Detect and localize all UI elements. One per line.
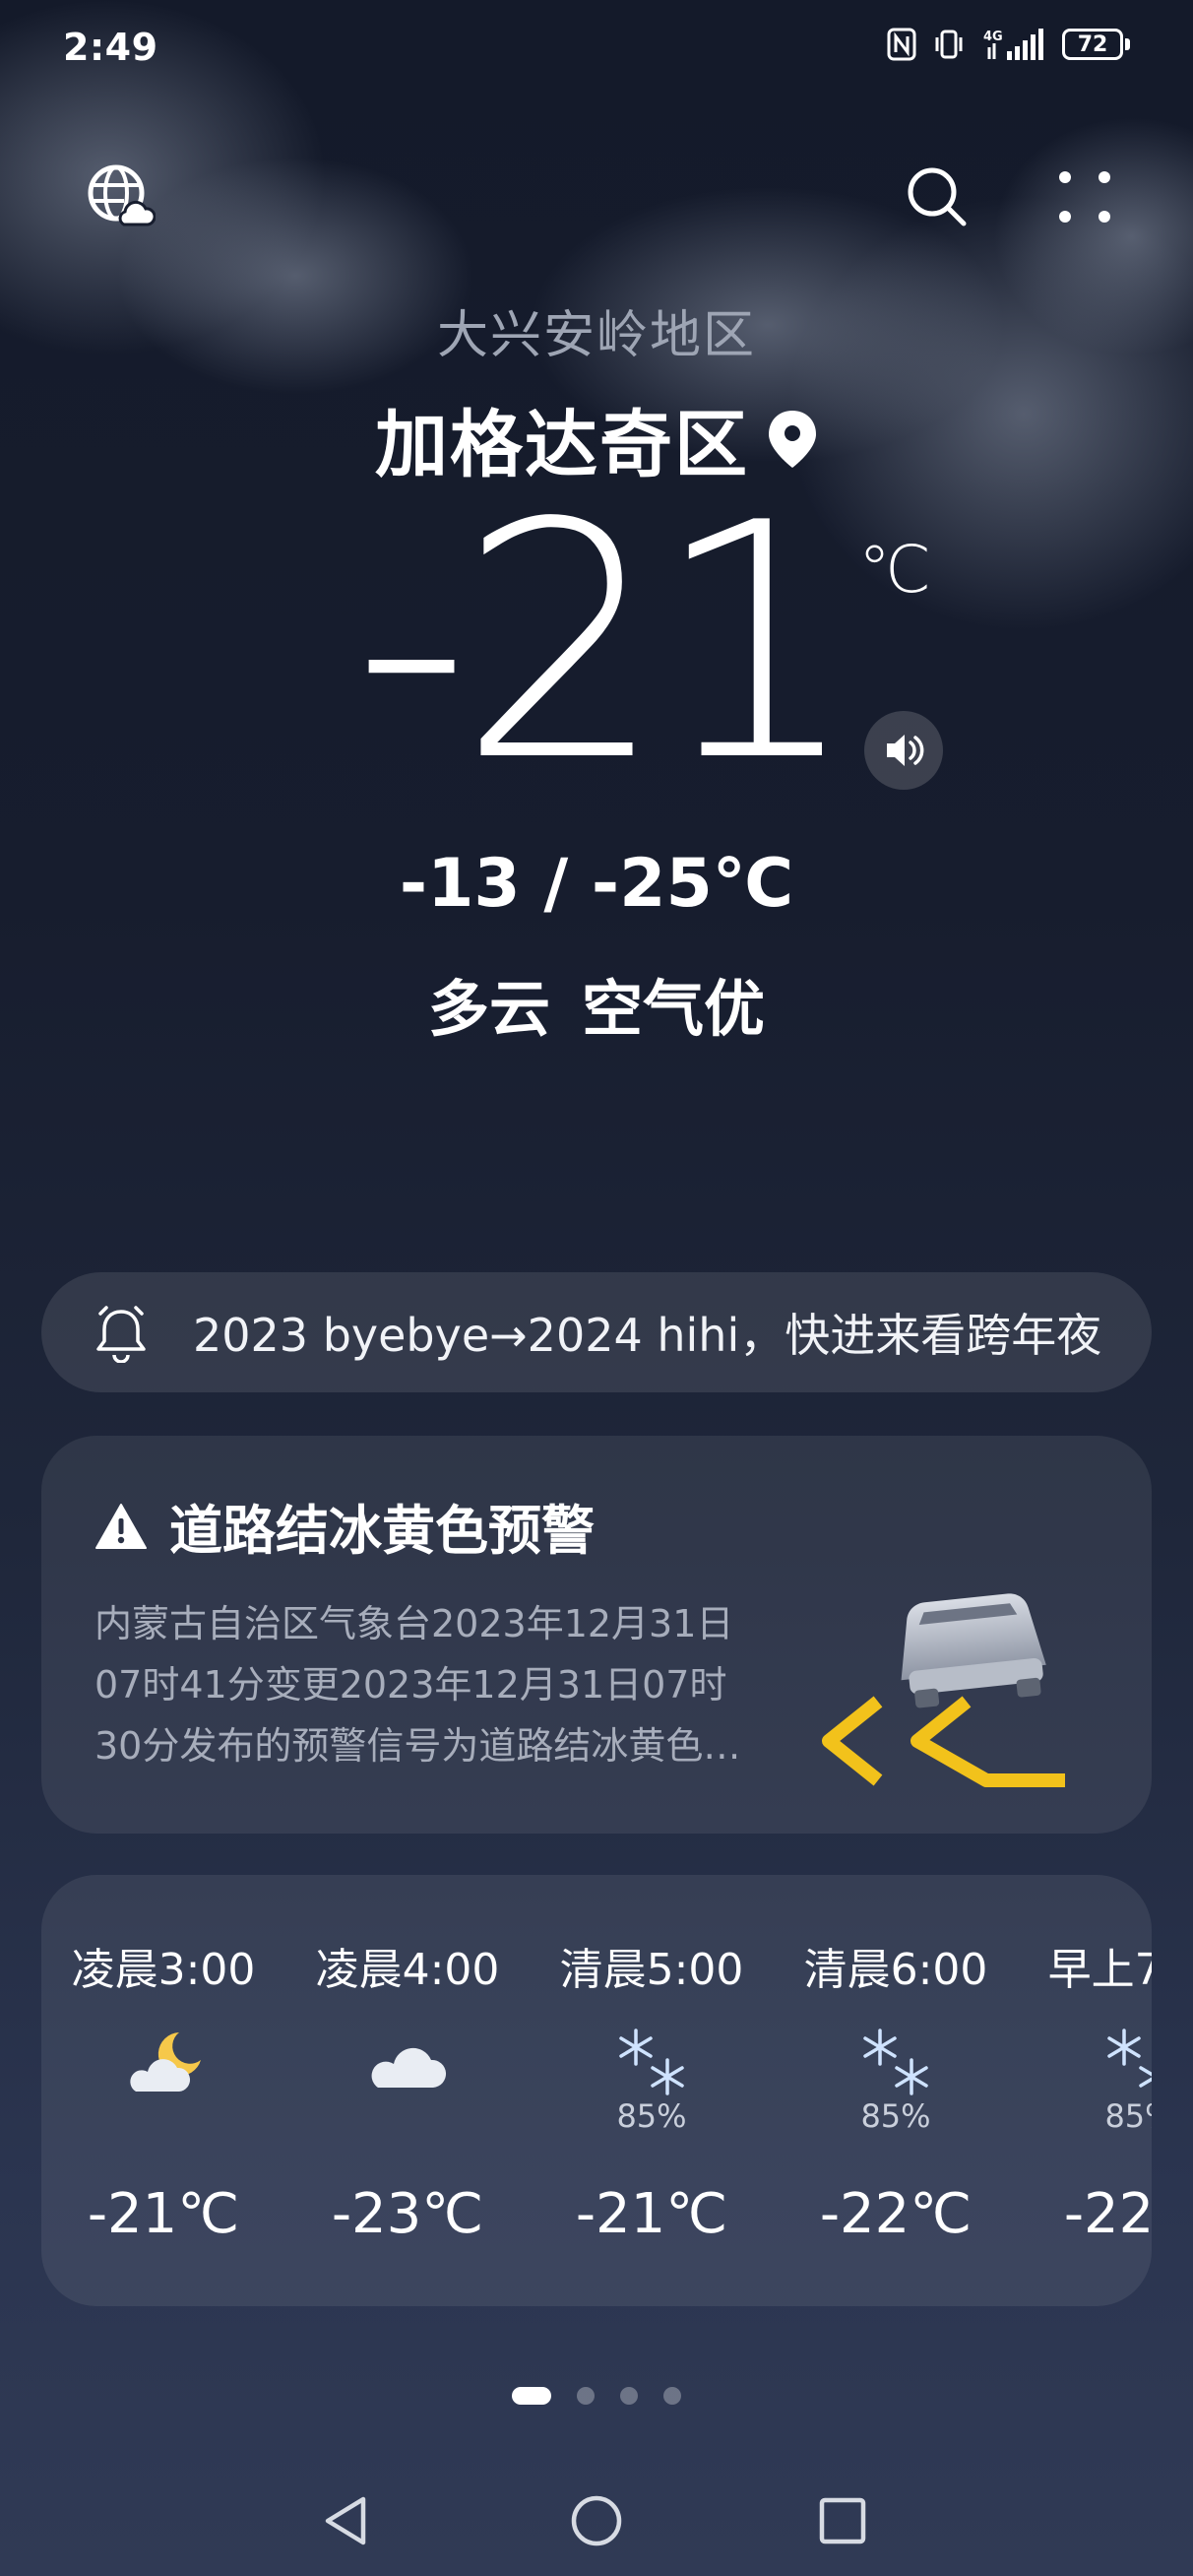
- voice-broadcast-button[interactable]: [864, 711, 943, 790]
- hour-temp: -23℃: [331, 2182, 484, 2246]
- status-time: 2:49: [63, 26, 158, 69]
- hourly-forecast-card[interactable]: 凌晨3:00 -21℃ 凌晨4:00 -23℃ 清晨5:00 85% -21℃ …: [41, 1875, 1152, 2306]
- hourly-item: 凌晨3:00 -21℃: [41, 1875, 285, 2306]
- recents-square-icon: [819, 2497, 866, 2544]
- hourly-item: 早上7:00 85% -22℃: [1018, 1875, 1152, 2306]
- cloud-icon: [358, 2025, 457, 2103]
- condition-row: 多云 空气优: [0, 959, 1193, 1048]
- globe-cloud-icon: [88, 164, 156, 226]
- nav-recents-button[interactable]: [803, 2481, 882, 2560]
- nfc-icon: [887, 28, 916, 61]
- icy-road-car-icon: [822, 1593, 1065, 1787]
- more-button[interactable]: [1045, 158, 1124, 236]
- battery-level: 72: [1062, 29, 1123, 60]
- hour-precip: 85%: [860, 2097, 931, 2135]
- nav-back-button[interactable]: [307, 2481, 386, 2560]
- nav-home-button[interactable]: [557, 2481, 636, 2560]
- hourly-forecast-track[interactable]: 凌晨3:00 -21℃ 凌晨4:00 -23℃ 清晨5:00 85% -21℃ …: [41, 1875, 1152, 2306]
- page-dot[interactable]: [663, 2387, 681, 2405]
- four-dots-menu-icon: [1059, 171, 1110, 223]
- page-dot[interactable]: [620, 2387, 638, 2405]
- bell-alarm-icon: [96, 1306, 146, 1363]
- search-button[interactable]: [898, 158, 976, 236]
- snow-icon: [602, 2025, 701, 2103]
- air-quality-label[interactable]: 空气优: [582, 959, 765, 1048]
- weather-condition: 多云: [427, 973, 550, 1045]
- system-nav-bar: [0, 2468, 1193, 2566]
- snow-icon: [847, 2025, 945, 2103]
- warning-title-row: 道路结冰黄色预警: [94, 1487, 595, 1565]
- page-indicator: [0, 2387, 1193, 2405]
- battery-icon: 72: [1062, 29, 1130, 60]
- hour-time: 清晨6:00: [803, 1945, 988, 1995]
- hour-time: 清晨5:00: [559, 1945, 744, 1995]
- warning-triangle-icon: [95, 1503, 147, 1549]
- hourly-item: 凌晨4:00 -23℃: [285, 1875, 530, 2306]
- status-icons: 4G 72: [887, 28, 1130, 61]
- hour-time: 凌晨4:00: [315, 1945, 500, 1995]
- announcement-banner[interactable]: 2023 byebye→2024 hihi，快进来看跨年夜: [41, 1272, 1152, 1392]
- hourly-item: 清晨5:00 85% -21℃: [530, 1875, 774, 2306]
- announcement-text: 2023 byebye→2024 hihi，快进来看跨年夜: [193, 1309, 1102, 1362]
- speaker-icon: [887, 735, 924, 766]
- hour-temp: -21℃: [87, 2182, 240, 2246]
- hour-temp: -22℃: [819, 2182, 973, 2246]
- moon-cloud-icon: [114, 2025, 213, 2103]
- home-circle-icon: [571, 2495, 622, 2546]
- hour-precip: 85%: [1104, 2097, 1152, 2135]
- region-name: 大兴安岭地区: [436, 306, 756, 365]
- network-type-label: 4G: [983, 30, 1003, 44]
- signal-icon: 4G: [981, 28, 1046, 61]
- city-manage-button[interactable]: [83, 160, 157, 234]
- page-dot[interactable]: [577, 2387, 595, 2405]
- back-triangle-icon: [325, 2496, 366, 2545]
- search-icon: [908, 167, 967, 226]
- page-dot-active[interactable]: [512, 2387, 551, 2405]
- hour-precip: 85%: [616, 2097, 687, 2135]
- temperature-unit: ℃: [858, 532, 932, 608]
- warning-title: 道路结冰黄色预警: [169, 1500, 595, 1562]
- weather-warning-card[interactable]: 道路结冰黄色预警 内蒙古自治区气象台2023年12月31日07时41分变更202…: [41, 1436, 1152, 1834]
- hour-time: 早上7:00: [1047, 1945, 1152, 1995]
- warning-body: 内蒙古自治区气象台2023年12月31日07时41分变更2023年12月31日0…: [94, 1602, 741, 1768]
- hour-time: 凌晨3:00: [71, 1945, 256, 1995]
- temperature-range: -13 / -25℃: [399, 845, 794, 923]
- hourly-item: 清晨6:00 85% -22℃: [774, 1875, 1018, 2306]
- snow-icon: [1091, 2025, 1152, 2103]
- hour-temp: -22℃: [1063, 2182, 1152, 2246]
- vibrate-icon: [932, 28, 966, 61]
- hour-temp: -21℃: [575, 2182, 728, 2246]
- status-bar: 2:49 4G 72: [0, 0, 1193, 98]
- current-temperature: -21: [352, 454, 860, 832]
